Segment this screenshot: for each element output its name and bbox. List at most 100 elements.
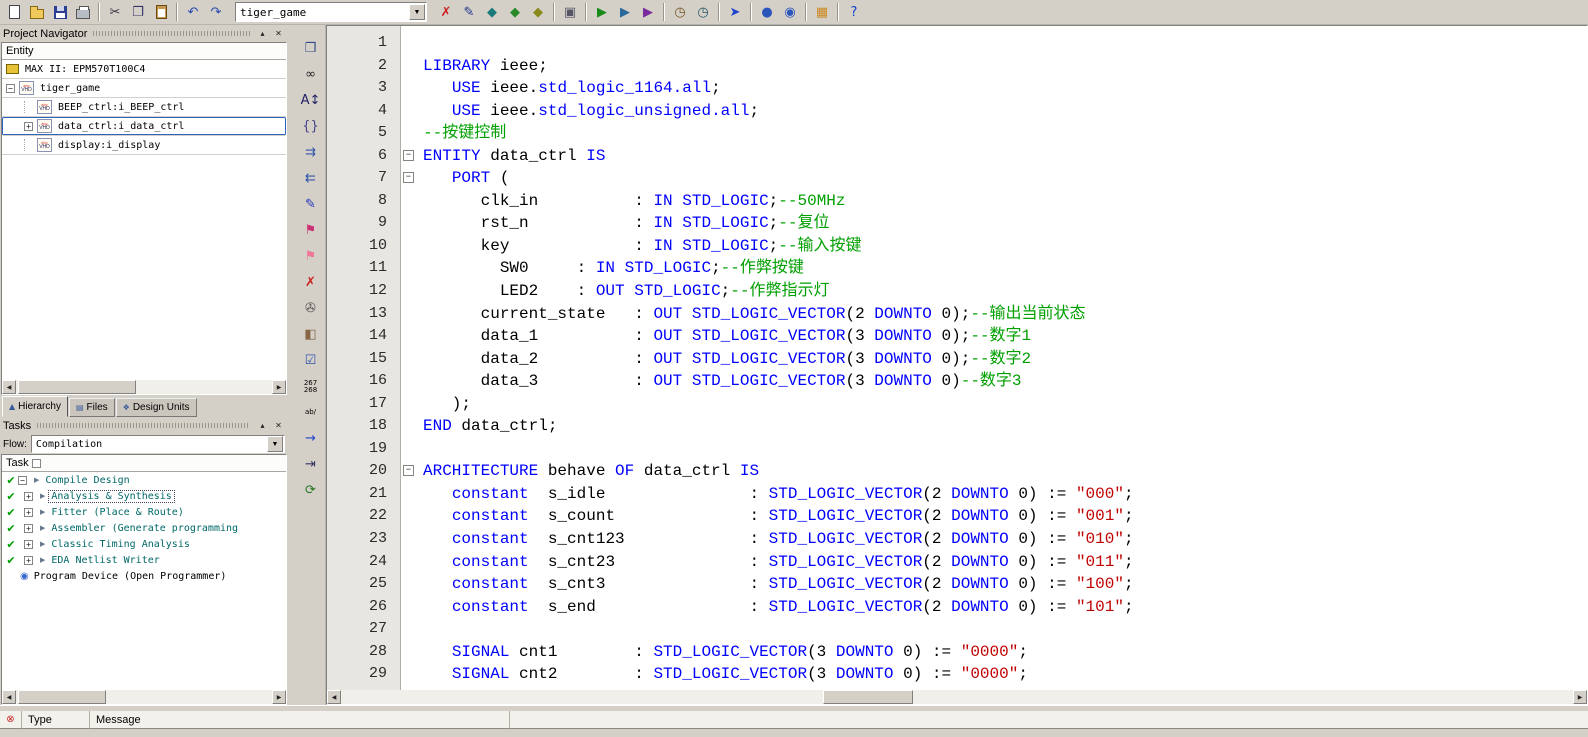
comment-selection-button[interactable]: ✎ [299,193,323,216]
task-row[interactable]: ✔+▶Analysis & Synthesis [2,488,286,504]
tree-item[interactable]: abcVHDBEEP_ctrl:i_BEEP_ctrl [2,98,286,117]
code-line[interactable]: ARCHITECTURE behave OF data_ctrl IS [423,460,1587,483]
timequest-timing-analyzer-button[interactable]: ◷ [669,1,691,23]
start-compilation-button[interactable]: ▶ [591,1,613,23]
help-button[interactable]: ? [843,1,865,23]
close-panel-icon[interactable]: ✕ [272,420,285,432]
goto-line-button[interactable]: → [299,427,323,450]
code-line[interactable]: SW0 : IN STD_LOGIC;--作弊按键 [423,257,1587,280]
code-line[interactable]: constant s_cnt3 : STD_LOGIC_VECTOR(2 DOW… [423,573,1587,596]
tcl-console-button[interactable]: ▣ [559,1,581,23]
detach-window-button[interactable]: ❒ [299,37,323,60]
tasks-hscrollbar[interactable]: ◀ ▶ [2,690,286,704]
code-line[interactable]: constant s_end : STD_LOGIC_VECTOR(2 DOWN… [423,596,1587,619]
task-row[interactable]: ✔−▶Compile Design [2,472,286,488]
lowercase-convert-button[interactable]: ab/ [299,401,323,424]
toggle-bookmark-button[interactable]: ⚑ [299,219,323,242]
code-line[interactable]: ); [423,393,1587,416]
scrollbar-track[interactable] [913,690,1573,704]
code-line[interactable]: data_2 : OUT STD_LOGIC_VECTOR(3 DOWNTO 0… [423,348,1587,371]
code-line[interactable]: data_3 : OUT STD_LOGIC_VECTOR(3 DOWNTO 0… [423,370,1587,393]
timing-closure-floorplan-button[interactable]: ◆ [527,1,549,23]
code-line[interactable]: constant s_idle : STD_LOGIC_VECTOR(2 DOW… [423,483,1587,506]
task-row[interactable]: ✔+▶Assembler (Generate programming [2,520,286,536]
chevron-down-icon[interactable]: ▼ [267,436,283,452]
code-line[interactable]: clk_in : IN STD_LOGIC;--50MHz [423,190,1587,213]
code-line[interactable]: USE ieee.std_logic_unsigned.all; [423,100,1587,123]
code-line[interactable]: data_1 : OUT STD_LOGIC_VECTOR(3 DOWNTO 0… [423,325,1587,348]
expand-icon[interactable]: + [24,492,33,501]
project-navigator-titlebar[interactable]: Project Navigator ▴ ✕ [0,25,288,42]
collapse-panel-icon[interactable]: ▴ [256,420,269,432]
expand-icon[interactable]: + [24,540,33,549]
tab-hierarchy[interactable]: ▲Hierarchy [2,396,68,417]
convert-programming-files-button[interactable]: ◉ [779,1,801,23]
code-line[interactable]: SIGNAL cnt2 : STD_LOGIC_VECTOR(3 DOWNTO … [423,663,1587,686]
collapse-icon[interactable]: − [6,84,15,93]
scrollbar-track[interactable] [136,380,272,394]
task-row[interactable]: ✔+▶EDA Netlist Writer [2,552,286,568]
code-line[interactable]: LED2 : OUT STD_LOGIC;--作弊指示灯 [423,280,1587,303]
tree-item[interactable]: +abcVHDdata_ctrl:i_data_ctrl [2,117,286,136]
code-line[interactable] [423,618,1587,641]
new-file-button[interactable] [3,1,25,23]
tab-design-units[interactable]: ❖Design Units [116,398,197,417]
scroll-right-icon[interactable]: ▶ [272,690,286,704]
navigator-hscrollbar[interactable]: ◀ ▶ [2,380,286,394]
insert-template-button[interactable]: {} [299,115,323,138]
chip-planner-button[interactable]: ▦ [811,1,833,23]
undo-button[interactable]: ↶ [182,1,204,23]
code-line[interactable]: --按键控制 [423,122,1587,145]
open-file-button[interactable] [26,1,48,23]
code-line[interactable]: SIGNAL cnt1 : STD_LOGIC_VECTOR(3 DOWNTO … [423,641,1587,664]
refresh-view-button[interactable]: ⟳ [299,479,323,502]
scrollbar-track[interactable] [341,690,821,704]
rapid-recompile-button[interactable]: ▶ [637,1,659,23]
next-bookmark-button[interactable]: ⚑ [299,245,323,268]
expand-icon[interactable]: + [24,508,33,517]
tree-item[interactable]: abcVHDdisplay:i_display [2,136,286,155]
save-button[interactable] [49,1,71,23]
expand-icon[interactable]: + [24,556,33,565]
code-editor[interactable]: 1234567891011121314151617181920212223242… [327,26,1587,690]
panel-grip[interactable] [93,31,250,36]
color-palette-button[interactable]: ◧ [299,323,323,346]
tab-files[interactable]: ▤Files [69,398,115,417]
stop-processing-button[interactable]: ✗ [435,1,457,23]
code-line[interactable]: constant s_cnt23 : STD_LOGIC_VECTOR(2 DO… [423,551,1587,574]
project-select[interactable]: tiger_game ▼ [235,2,427,22]
code-line[interactable]: END data_ctrl; [423,415,1587,438]
code-text[interactable]: LIBRARY ieee; USE ieee.std_logic_1164.al… [417,26,1587,690]
task-row[interactable]: ✔+▶Classic Timing Analysis [2,536,286,552]
chevron-down-icon[interactable]: ▼ [409,4,425,20]
task-row[interactable]: ◉Program Device (Open Programmer) [2,568,286,584]
code-line[interactable]: rst_n : IN STD_LOGIC;--复位 [423,212,1587,235]
analyze-current-file-button[interactable]: ☑ [299,349,323,372]
code-line[interactable]: ENTITY data_ctrl IS [423,145,1587,168]
code-line[interactable]: current_state : OUT STD_LOGIC_VECTOR(2 D… [423,303,1587,326]
expand-icon[interactable]: + [24,524,33,533]
collapse-icon[interactable]: − [18,476,27,485]
code-line[interactable] [423,438,1587,461]
close-panel-icon[interactable]: ✕ [272,28,285,40]
scroll-left-icon[interactable]: ◀ [2,690,16,704]
panel-grip[interactable] [37,423,250,428]
print-button[interactable] [72,1,94,23]
fold-minus-icon[interactable]: − [403,150,414,161]
increase-indent-button[interactable]: ⇉ [299,141,323,164]
programmer-button[interactable]: ● [756,1,778,23]
scroll-right-icon[interactable]: ▶ [1573,690,1587,704]
tasks-titlebar[interactable]: Tasks ▴ ✕ [0,417,288,434]
clear-bookmarks-button[interactable]: ✗ [299,271,323,294]
code-line[interactable]: LIBRARY ieee; [423,55,1587,78]
collapse-panel-icon[interactable]: ▴ [256,28,269,40]
code-line[interactable]: PORT ( [423,167,1587,190]
code-line[interactable]: constant s_cnt123 : STD_LOGIC_VECTOR(2 D… [423,528,1587,551]
cut-button[interactable]: ✂ [104,1,126,23]
fold-minus-icon[interactable]: − [403,465,414,476]
tree-item[interactable]: −abcVHDtiger_game [2,79,286,98]
scrollbar-thumb[interactable] [823,690,913,704]
code-line[interactable]: constant s_count : STD_LOGIC_VECTOR(2 DO… [423,505,1587,528]
vertical-splitter[interactable] [288,25,296,705]
expand-icon[interactable]: + [24,122,33,131]
